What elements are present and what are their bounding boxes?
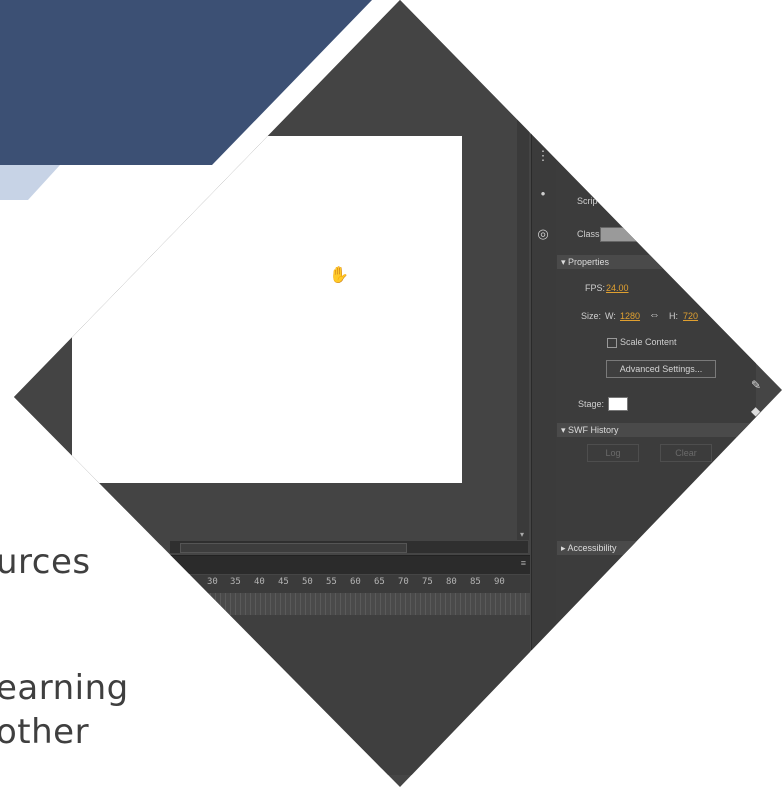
slide-text-line-2: earning — [0, 668, 129, 708]
log-button[interactable]: Log — [587, 444, 639, 462]
width-label: W: — [605, 311, 616, 321]
stage-horizontal-scrollbar[interactable] — [170, 541, 528, 553]
clear-button[interactable]: Clear — [660, 444, 712, 462]
width-value[interactable]: 1280 — [620, 311, 640, 321]
frame-number: 85 — [470, 577, 481, 587]
frame-number: 60 — [350, 577, 361, 587]
slide-text-line-3: other — [0, 712, 90, 752]
fps-label: FPS: — [585, 283, 606, 293]
height-value[interactable]: 720 — [683, 311, 698, 321]
slide-text-line-1: urces — [0, 542, 91, 582]
swf-history-section-header[interactable]: ▾ SWF History — [557, 423, 757, 437]
tool-strip — [531, 130, 556, 650]
frame-number: 75 — [422, 577, 433, 587]
height-label: H: — [669, 311, 678, 321]
hand-cursor-icon: ✋ — [329, 267, 349, 284]
scale-content-checkbox[interactable] — [607, 338, 617, 348]
frame-number: 70 — [398, 577, 409, 587]
scale-content-label: Scale Content — [620, 337, 677, 347]
paint-bucket-icon[interactable]: ◆ — [751, 404, 760, 418]
timeline-layers-area[interactable] — [170, 615, 530, 775]
scroll-down-icon[interactable]: ▾ — [520, 530, 524, 539]
ruler-icon[interactable]: ⋮ — [535, 148, 551, 164]
frame-number: 80 — [446, 577, 457, 587]
frame-number: 30 — [207, 577, 218, 587]
motion-presets-icon[interactable]: • — [535, 186, 551, 202]
frame-number: 45 — [278, 577, 289, 587]
pen-icon[interactable]: ✎ — [751, 378, 761, 392]
frame-number: 90 — [494, 577, 505, 587]
creative-cloud-icon[interactable]: ◎ — [535, 226, 551, 242]
timeline-frames[interactable] — [170, 593, 530, 615]
scrollbar-thumb[interactable] — [180, 543, 407, 553]
size-label: Size: — [581, 311, 602, 321]
class-field[interactable] — [600, 227, 702, 242]
class-label: Class: — [577, 229, 603, 239]
script-label: Scrip — [577, 196, 598, 206]
stage-label: Stage: — [578, 399, 605, 409]
link-dimensions-icon[interactable]: ⇔ — [649, 309, 660, 321]
stage-canvas[interactable] — [72, 136, 462, 483]
frame-number: 55 — [326, 577, 337, 587]
stage-color-swatch[interactable] — [608, 397, 628, 411]
timeline-header: ≡ — [170, 555, 530, 574]
frame-number: 65 — [374, 577, 385, 587]
frame-number: 35 — [230, 577, 241, 587]
properties-section-header[interactable]: ▾ Properties — [557, 255, 757, 269]
frame-number: 40 — [254, 577, 265, 587]
accessibility-section-header[interactable]: ▸ Accessibility — [557, 541, 757, 555]
fps-value[interactable]: 24.00 — [606, 283, 629, 293]
panel-menu-icon[interactable]: ≡ — [521, 558, 526, 568]
stage-vertical-scrollbar[interactable] — [517, 40, 529, 540]
right-tool-icons: ✎ ◆ — [745, 370, 765, 430]
advanced-settings-button[interactable]: Advanced Settings... — [606, 360, 716, 378]
frame-number: 50 — [302, 577, 313, 587]
properties-panel — [556, 130, 756, 650]
